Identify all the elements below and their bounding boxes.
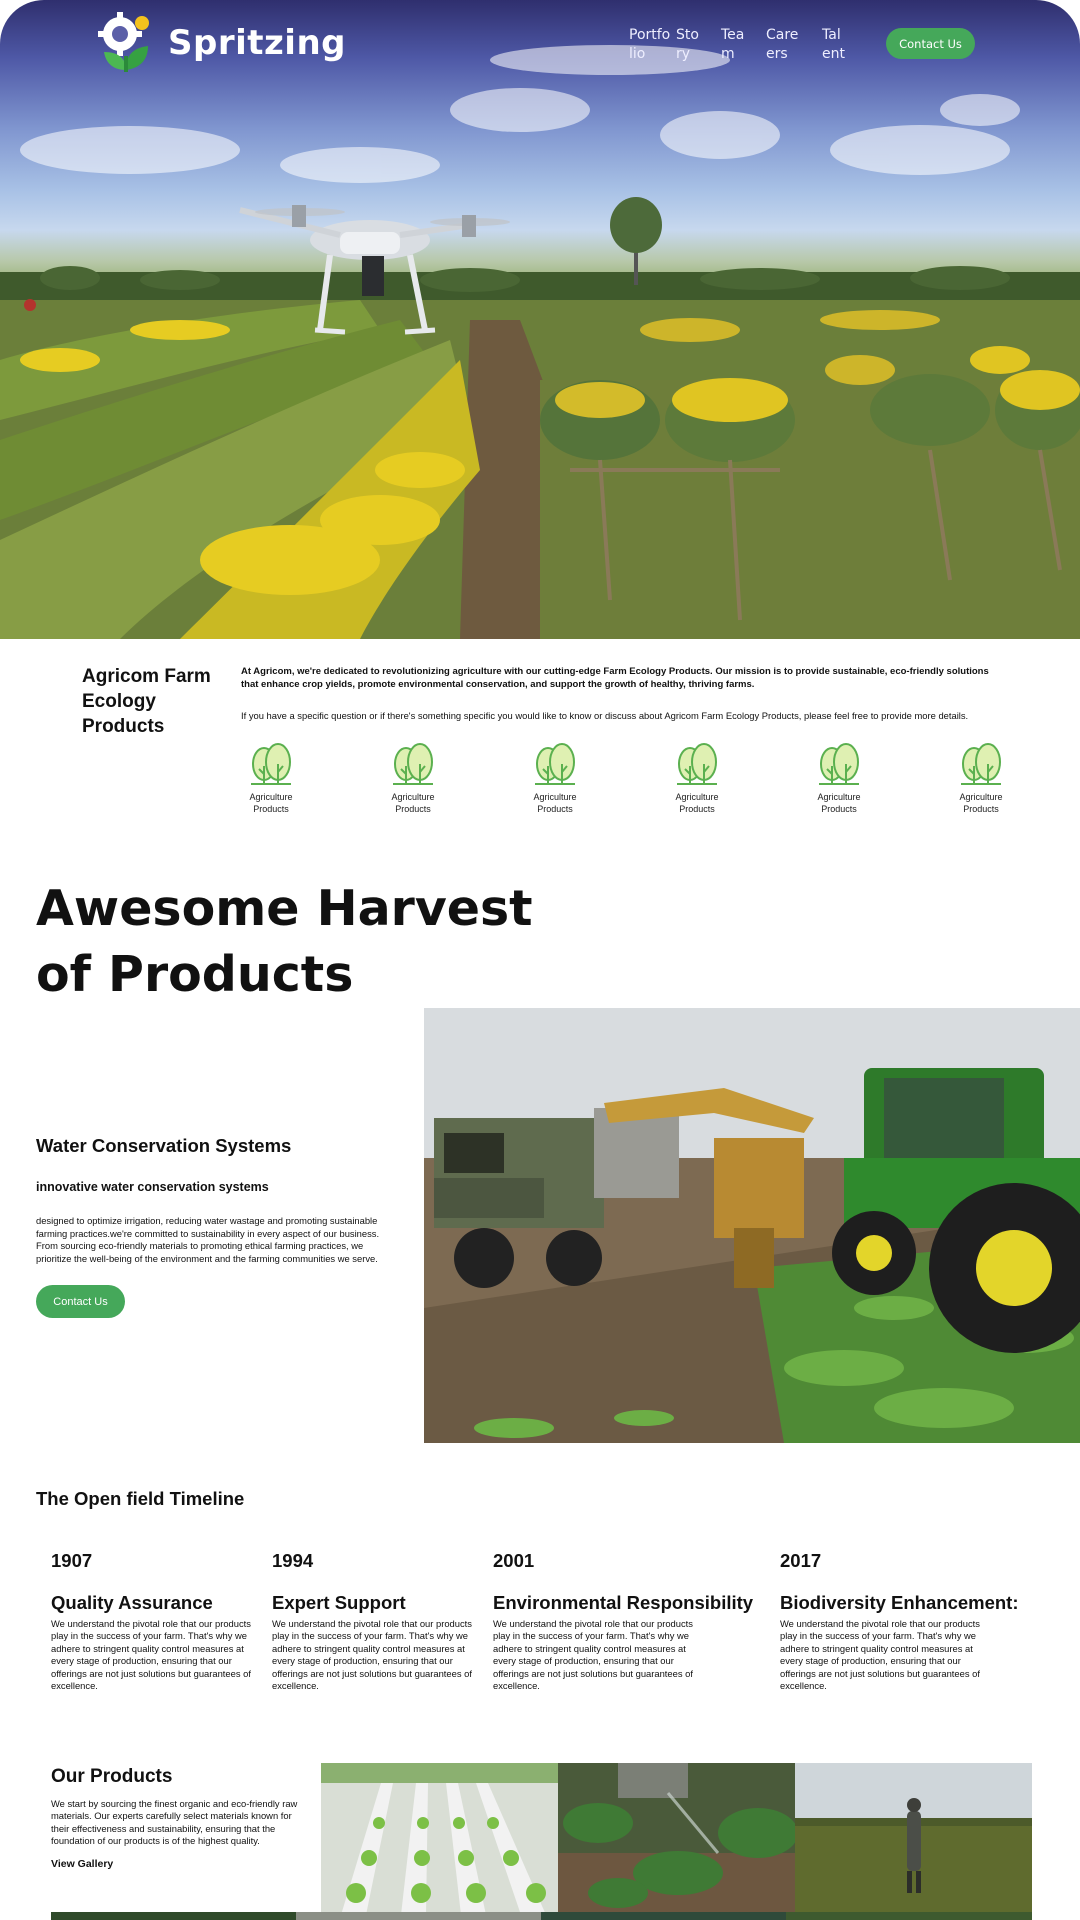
timeline-year: 2001 — [493, 1550, 535, 1571]
top-navigation: Spritzing Portfo lio Sto ry Tea m Care e… — [0, 0, 1080, 90]
product-icon-label: Agriculture Products — [533, 792, 577, 814]
brand-logo[interactable]: Spritzing — [98, 12, 346, 74]
timeline-year: 1907 — [51, 1550, 93, 1571]
hero-section: Spritzing Portfo lio Sto ry Tea m Care e… — [0, 0, 1080, 639]
product-icons-row: Agriculture Products Agriculture Product… — [241, 740, 1011, 820]
tree-icon — [393, 743, 433, 785]
product-icon-item[interactable]: Agriculture Products — [525, 740, 585, 815]
timeline-entry: 2017 Biodiversity Enhancement: We unders… — [780, 1550, 1030, 1692]
nav-item-careers[interactable]: Care ers — [766, 26, 802, 64]
tree-icon — [961, 743, 1001, 785]
harvest-tractor-image — [424, 1008, 1080, 1443]
main-menu: Portfo lio Sto ry Tea m Care ers Tal ent — [629, 26, 848, 64]
tree-icon — [819, 743, 859, 785]
product-icon-item[interactable]: Agriculture Products — [241, 740, 301, 815]
product-icon-label: Agriculture Products — [959, 792, 1003, 814]
gallery-strip-1 — [51, 1912, 296, 1920]
feature-text: designed to optimize irrigation, reducin… — [36, 1215, 380, 1264]
timeline-heading: Expert Support — [272, 1592, 406, 1613]
product-icon-label: Agriculture Products — [391, 792, 435, 814]
landing-page: Spritzing Portfo lio Sto ry Tea m Care e… — [0, 0, 1080, 1920]
intro-title: Agricom Farm Ecology Products — [82, 666, 211, 737]
timeline-entry: 1994 Expert Support We understand the pi… — [272, 1550, 522, 1692]
intro-lead: At Agricom, we're dedicated to revolutio… — [241, 666, 989, 690]
header-contact-button[interactable]: Contact Us — [886, 28, 975, 59]
timeline-entry: 2001 Environmental Responsibility We und… — [493, 1550, 754, 1692]
gallery-image-field-farmer[interactable] — [795, 1763, 1032, 1915]
feature-contact-button[interactable]: Contact Us — [36, 1285, 125, 1318]
tree-icon — [251, 743, 291, 785]
product-icon-item[interactable]: Agriculture Products — [809, 740, 869, 815]
timeline-entry: 1907 Quality Assurance We understand the… — [51, 1550, 301, 1692]
gallery-strip-2 — [296, 1912, 541, 1920]
nav-item-portfolio[interactable]: Portfo lio — [629, 26, 673, 64]
products-title: Our Products — [51, 1766, 173, 1787]
gallery-strip-4 — [786, 1912, 1032, 1920]
logo-gear-sprout-icon — [98, 12, 149, 72]
nav-item-talent[interactable]: Tal ent — [822, 26, 848, 64]
hero-farm-drone-image — [0, 45, 1080, 639]
timeline-text: We understand the pivotal role that our … — [272, 1618, 472, 1692]
nav-item-team[interactable]: Tea m — [721, 26, 747, 64]
feature-title: Water Conservation Systems — [36, 1135, 292, 1156]
timeline-heading: Biodiversity Enhancement: — [780, 1592, 1019, 1613]
products-text: We start by sourcing the finest organic … — [51, 1798, 298, 1847]
harvest-title: Awesome Harvest of Products — [36, 880, 533, 1003]
product-icon-label: Agriculture Products — [817, 792, 861, 814]
nav-item-story[interactable]: Sto ry — [676, 26, 702, 64]
timeline-year: 2017 — [780, 1550, 822, 1571]
tree-icon — [677, 743, 717, 785]
gallery-image-hydroponics[interactable] — [321, 1763, 558, 1915]
tree-icon — [535, 743, 575, 785]
timeline-text: We understand the pivotal role that our … — [780, 1618, 980, 1692]
gallery-image-watering[interactable] — [558, 1763, 795, 1915]
gallery-strip-3 — [541, 1912, 786, 1920]
timeline-heading: Quality Assurance — [51, 1592, 213, 1613]
feature-subtitle: innovative water conservation systems — [36, 1180, 269, 1194]
timeline-title: The Open field Timeline — [36, 1488, 245, 1509]
timeline-heading: Environmental Responsibility — [493, 1592, 754, 1613]
view-gallery-link[interactable]: View Gallery — [51, 1858, 113, 1870]
timeline-year: 1994 — [272, 1550, 314, 1571]
intro-text: If you have a specific question or if th… — [241, 710, 969, 721]
product-icon-label: Agriculture Products — [675, 792, 719, 814]
product-icon-item[interactable]: Agriculture Products — [383, 740, 443, 815]
timeline-text: We understand the pivotal role that our … — [493, 1618, 693, 1692]
product-icon-label: Agriculture Products — [249, 792, 293, 814]
product-icon-item[interactable]: Agriculture Products — [951, 740, 1011, 815]
brand-name: Spritzing — [168, 23, 346, 63]
product-icon-item[interactable]: Agriculture Products — [667, 740, 727, 815]
timeline-text: We understand the pivotal role that our … — [51, 1618, 251, 1692]
